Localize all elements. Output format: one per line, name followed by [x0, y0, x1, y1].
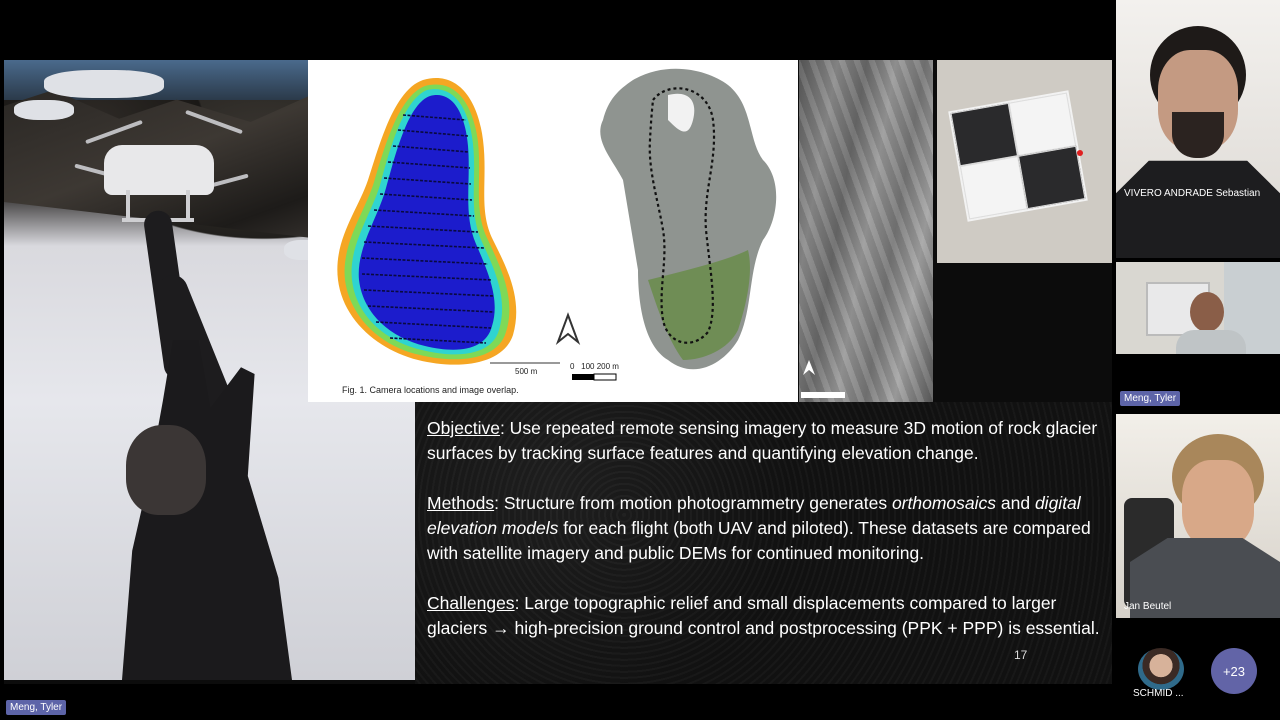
objective-paragraph: Objective: Use repeated remote sensing i… [427, 416, 1107, 466]
hillshade-image [799, 60, 933, 402]
north-arrow-icon [555, 312, 581, 346]
ground-control-target-photo [937, 60, 1112, 263]
scale-label-500m: 500 m [515, 367, 538, 376]
methods-text-1: : Structure from motion photogrammetry g… [494, 493, 892, 513]
participant-tile-2[interactable] [1116, 262, 1280, 354]
presenter-name-badge: Meng, Tyler [6, 700, 67, 715]
participant-2-name: Meng, Tyler [1120, 391, 1181, 406]
drone [104, 145, 214, 195]
objective-heading: Objective [427, 418, 500, 438]
participant-2-face [1190, 292, 1224, 332]
challenges-paragraph: Challenges: Large topographic relief and… [427, 591, 1107, 641]
participant-3-face [1182, 460, 1254, 548]
north-arrow-small-icon [803, 360, 815, 375]
person-head [126, 425, 206, 515]
participant-1-name: VIVERO ANDRADE Sebastian [1124, 188, 1261, 199]
participant-3-name: Jan Beutel [1124, 601, 1172, 612]
shared-screen: 500 m 0 100 200 m Fig. 1. Camera locatio… [0, 0, 1116, 720]
more-participants-button[interactable]: +23 [1211, 648, 1257, 694]
methods-heading: Methods [427, 493, 495, 513]
figure-panel: 500 m 0 100 200 m Fig. 1. Camera locatio… [308, 60, 798, 402]
participant-tile-3[interactable]: Jan Beutel [1116, 414, 1280, 618]
challenges-text: : Large topographic relief and small dis… [427, 593, 1100, 638]
overflow-participant-avatar[interactable] [1138, 648, 1184, 690]
slide-text: Objective: Use repeated remote sensing i… [427, 416, 1107, 666]
figure-caption: Fig. 1. Camera locations and image overl… [342, 385, 519, 395]
methods-emphasis-1: orthomosaics [891, 493, 997, 513]
methods-text-2: and [996, 493, 1035, 513]
objective-text: : Use repeated remote sensing imagery to… [427, 418, 1098, 463]
scale-label-200m: 0 100 200 m [570, 362, 619, 371]
methods-paragraph: Methods: Structure from motion photogram… [427, 491, 1107, 566]
checkerboard-target [948, 90, 1088, 222]
flight-plan-figure [337, 68, 777, 381]
participant-tile-1[interactable]: VIVERO ANDRADE Sebastian [1116, 0, 1280, 258]
slide-page-number: 17 [1014, 648, 1028, 662]
overflow-participant-name: SCHMID ... [1133, 688, 1184, 699]
challenges-heading: Challenges [427, 593, 515, 613]
presentation-slide: 500 m 0 100 200 m Fig. 1. Camera locatio… [4, 60, 1112, 684]
